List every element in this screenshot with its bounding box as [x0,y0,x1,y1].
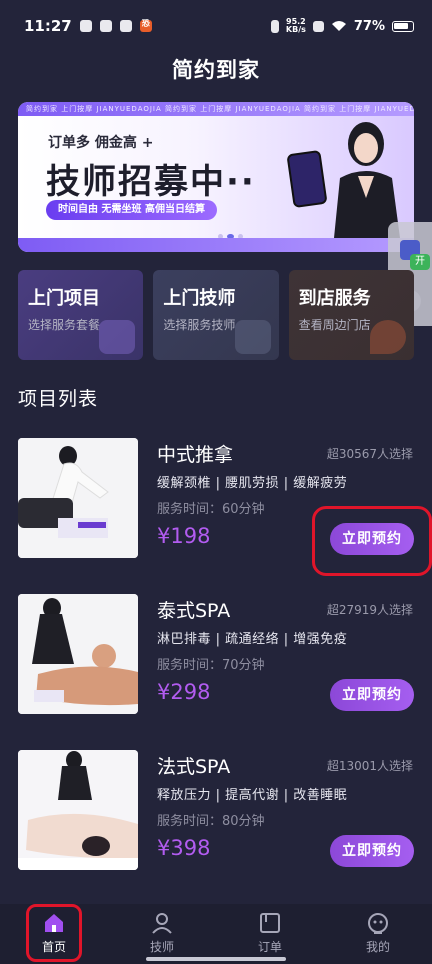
tab-label: 订单 [257,940,282,954]
tab-technician[interactable]: 技师 [108,904,216,964]
promo-banner[interactable]: 简约到家 上门按摩 JIANYUEDAOJIA 简约到家 上门按摩 JIANYU… [18,102,414,252]
banner-bottom-strip [18,238,414,252]
tab-profile[interactable]: 我的 [324,904,432,964]
gesture-home-bar[interactable] [146,957,286,961]
profile-icon [368,913,388,934]
tab-orders[interactable]: 订单 [216,904,324,964]
service-price: ¥298 [157,680,211,704]
quick-link-title: 到店服务 [298,288,371,309]
list-item[interactable]: 泰式SPA 超27919人选择 淋巴排毒 | 疏通经络 | 增强免疫 服务时间：… [0,594,432,750]
quick-link-title: 上门项目 [28,288,100,309]
book-now-button[interactable]: 立即预约 [330,835,414,867]
section-title: 项目列表 [18,388,99,410]
battery-icon [392,20,414,32]
service-name: 法式SPA [157,756,231,778]
service-duration: 服务时间：80分钟 [157,814,265,829]
status-time: 11:27 [24,17,72,35]
order-icon [260,913,280,933]
shield-icon [79,20,92,32]
battery-percent: 77% [353,18,385,34]
book-now-button[interactable]: 立即预约 [330,523,414,555]
quick-link-technician[interactable]: 上门技师 选择服务技师 [153,270,279,360]
quick-link-title: 上门技师 [163,288,236,309]
banner-top-strip: 简约到家 上门按摩 JIANYUEDAOJIA 简约到家 上门按摩 JIANYU… [18,102,414,116]
quick-link-store[interactable]: 到店服务 查看周边门店 [288,270,414,360]
service-duration: 服务时间：70分钟 [157,658,265,673]
door-icon [234,320,271,354]
service-tags: 释放压力 | 提高代谢 | 改善睡眠 [157,788,348,803]
service-tags: 缓解颈椎 | 腰肌劳损 | 缓解疲劳 [157,476,348,491]
vibrate-icon [270,19,279,33]
tab-label: 我的 [365,940,390,954]
location-pin-icon [369,320,406,354]
service-tags: 淋巴排毒 | 疏通经络 | 增强免疫 [157,632,348,647]
service-popularity: 超13001人选择 [326,759,413,773]
no-sim-icon [312,20,324,32]
status-bar: 11:27 恐 95.2 KB/s 77% [0,0,432,52]
technician-photo [334,122,400,238]
list-item[interactable]: 法式SPA 超13001人选择 释放压力 | 提高代谢 | 改善睡眠 服务时间：… [0,750,432,906]
service-photo [18,750,138,870]
message-notification-icon [119,20,132,32]
service-popularity: 超27919人选择 [326,603,413,617]
wifi-icon [331,21,346,31]
app-notification-icon [99,20,112,32]
quick-link-home-service[interactable]: 上门项目 选择服务套餐 [18,270,144,360]
service-name: 泰式SPA [157,600,231,622]
network-speed-unit: KB/s [285,25,306,34]
service-duration: 服务时间：60分钟 [157,502,265,517]
app-badge-icon: 恐 [139,20,152,32]
service-price: ¥198 [157,524,211,548]
person-icon [152,913,172,934]
service-list: 中式推拿 超30567人选择 缓解颈椎 | 腰肌劳损 | 缓解疲劳 服务时间：6… [0,438,432,906]
service-price: ¥398 [157,836,211,860]
list-item[interactable]: 中式推拿 超30567人选择 缓解颈椎 | 腰肌劳损 | 缓解疲劳 服务时间：6… [0,438,432,594]
service-photo [18,438,138,558]
banner-pill: 时间自由 无需坐班 高佣当日结算 [46,200,217,220]
banner-headline: 技师招募中·· [46,162,256,202]
massage-icon [99,320,136,354]
service-name: 中式推拿 [157,444,234,466]
page-title: 简约到家 [172,58,260,82]
service-photo [18,594,138,714]
banner-subtitle: 订单多 佣金高 + [48,135,154,151]
service-popularity: 超30567人选择 [326,447,413,461]
network-speed: 95.2 KB/s [286,18,306,34]
quick-links: 上门项目 选择服务套餐 上门技师 选择服务技师 到店服务 查看周边门店 [18,270,414,360]
tab-label: 技师 [149,940,174,954]
open-badge[interactable]: 开 [410,254,430,270]
annotation-highlight [26,904,82,962]
book-now-button[interactable]: 立即预约 [330,679,414,711]
